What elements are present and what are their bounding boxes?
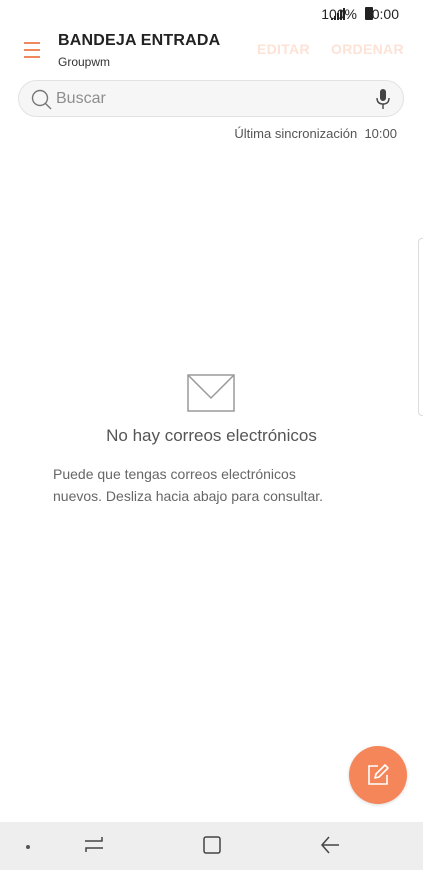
sort-button[interactable]: ORDENAR: [331, 41, 404, 57]
compose-button[interactable]: [349, 746, 407, 804]
recent-apps-icon[interactable]: [84, 834, 104, 856]
nav-indicator-dot: [26, 845, 30, 849]
empty-state-line-2: nuevos. Desliza hacia abajo para consult…: [53, 488, 324, 504]
edge-panel-handle[interactable]: [418, 238, 423, 416]
envelope-icon: [187, 374, 235, 412]
search-icon: [31, 89, 52, 110]
edit-button[interactable]: EDITAR: [257, 41, 310, 57]
search-input[interactable]: [56, 81, 376, 116]
compose-icon: [368, 764, 389, 785]
empty-state-title: No hay correos electrónicos: [106, 426, 317, 445]
page-title: BANDEJA ENTRADA: [58, 32, 221, 49]
last-sync-info: Última sincronización 10:00: [234, 126, 397, 141]
empty-state-line-1: Puede que tengas correos electrónicos: [53, 466, 296, 482]
app-bar: BANDEJA ENTRADA Groupwm EDITAR ORDENAR: [0, 28, 423, 76]
microphone-icon[interactable]: [376, 89, 390, 110]
home-icon[interactable]: [202, 834, 222, 856]
back-arrow-icon[interactable]: [320, 834, 340, 856]
last-sync-label: Última sincronización: [234, 126, 358, 141]
last-sync-time: 10:00: [364, 126, 397, 141]
account-name: Groupwm: [58, 55, 111, 69]
status-bar: 100% 10:00: [0, 0, 423, 28]
search-bar[interactable]: [18, 80, 404, 117]
navigation-bar: [0, 822, 423, 870]
status-clock: 10:00: [363, 6, 399, 22]
empty-state-description: Puede que tengas correos electrónicos nu…: [53, 463, 383, 507]
hamburger-menu-icon[interactable]: [24, 40, 40, 60]
battery-percentage: 100%: [321, 6, 357, 22]
